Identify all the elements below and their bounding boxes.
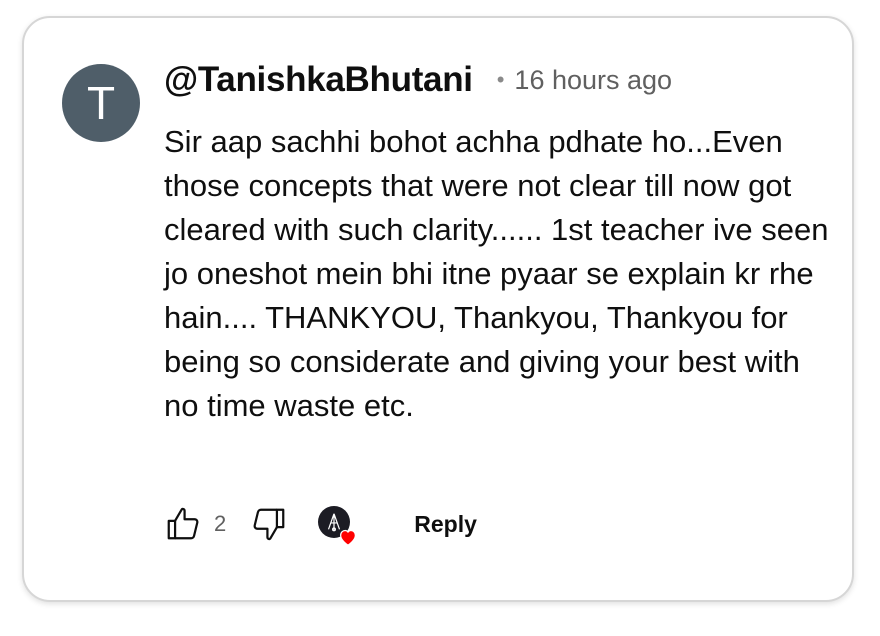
dislike-button[interactable] xyxy=(250,505,288,543)
username-link[interactable]: @TanishkaBhutani xyxy=(164,60,473,100)
user-avatar[interactable]: T xyxy=(62,64,140,142)
thumbs-up-icon xyxy=(167,507,199,540)
creator-heart-badge[interactable] xyxy=(318,506,357,546)
comment-timestamp[interactable]: 16 hours ago xyxy=(514,65,672,96)
thumbs-down-icon xyxy=(253,508,285,541)
comment-header: @TanishkaBhutani • 16 hours ago xyxy=(164,60,672,100)
avatar-letter: T xyxy=(86,77,116,129)
like-count: 2 xyxy=(214,511,227,536)
comment-actions: 2 Reply xyxy=(164,504,477,546)
separator-dot: • xyxy=(496,67,505,92)
heart-icon xyxy=(340,529,357,546)
comment-card: T @TanishkaBhutani • 16 hours ago Sir aa… xyxy=(22,16,854,602)
comment-text: Sir aap sachhi bohot achha pdhate ho...E… xyxy=(164,124,829,423)
reply-button[interactable]: Reply xyxy=(414,511,477,538)
like-button[interactable] xyxy=(164,505,202,543)
